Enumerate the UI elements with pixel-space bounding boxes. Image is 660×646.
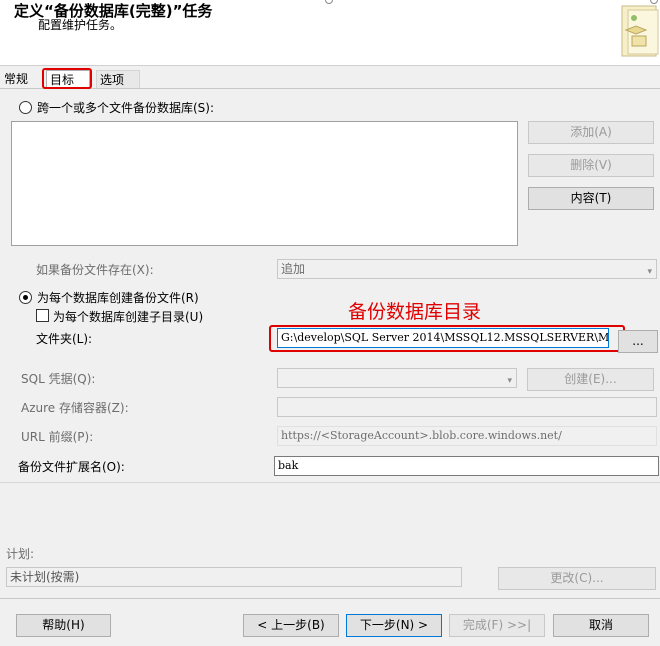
- browse-button[interactable]: ...: [618, 330, 658, 353]
- annotation-label: 备份数据库目录: [348, 301, 482, 323]
- folder-label: 文件夹(L):: [36, 332, 93, 346]
- section-divider: [0, 482, 660, 483]
- add-button[interactable]: 添加(A): [528, 121, 654, 144]
- folder-input[interactable]: G:\develop\SQL Server 2014\MSSQL12.MSSQL…: [277, 328, 609, 348]
- chevron-down-icon: ▾: [647, 267, 652, 277]
- tab-destination[interactable]: 目标: [46, 70, 90, 89]
- span-files-label: 跨一个或多个文件备份数据库(S):: [37, 101, 215, 115]
- if-exists-label: 如果备份文件存在(X):: [36, 263, 154, 277]
- remove-button[interactable]: 删除(V): [528, 154, 654, 177]
- sql-credential-label: SQL 凭据(Q):: [21, 372, 96, 386]
- page-subtitle: 配置维护任务。: [38, 18, 123, 32]
- span-files-radio[interactable]: [19, 101, 32, 114]
- extension-label: 备份文件扩展名(O):: [18, 460, 125, 474]
- tab-general[interactable]: 常规: [1, 70, 31, 89]
- finish-button[interactable]: 完成(F) >>|: [449, 614, 545, 637]
- wizard-header: 定义“备份数据库(完整)”任务 配置维护任务。: [0, 0, 660, 66]
- if-exists-select[interactable]: 追加 ▾: [277, 259, 657, 279]
- url-prefix-input[interactable]: https://<StorageAccount>.blob.core.windo…: [277, 426, 657, 446]
- chevron-down-icon: ▾: [507, 376, 512, 386]
- azure-container-label: Azure 存储容器(Z):: [21, 401, 129, 415]
- cancel-button[interactable]: 取消: [553, 614, 649, 637]
- subdirectory-checkbox[interactable]: [36, 309, 49, 322]
- sql-credential-select[interactable]: ▾: [277, 368, 517, 388]
- azure-container-input[interactable]: [277, 397, 657, 417]
- per-database-label: 为每个数据库创建备份文件(R): [37, 291, 199, 305]
- url-prefix-label: URL 前缀(P):: [21, 430, 94, 444]
- subdirectory-label: 为每个数据库创建子目录(U): [53, 310, 204, 324]
- next-button[interactable]: 下一步(N) >: [346, 614, 442, 637]
- extension-input[interactable]: bak: [274, 456, 659, 476]
- back-button[interactable]: < 上一步(B): [243, 614, 339, 637]
- help-button[interactable]: 帮助(H): [16, 614, 111, 637]
- contents-button[interactable]: 内容(T): [528, 187, 654, 210]
- if-exists-value: 追加: [281, 262, 306, 276]
- backup-files-list[interactable]: [11, 121, 518, 246]
- resize-handle-icon: [325, 0, 333, 4]
- schedule-label: 计划:: [6, 547, 35, 561]
- tab-options[interactable]: 选项: [96, 70, 140, 89]
- footer-divider: [0, 598, 660, 599]
- create-button[interactable]: 创建(E)...: [527, 368, 654, 391]
- per-database-radio[interactable]: [19, 291, 32, 304]
- change-schedule-button[interactable]: 更改(C)...: [498, 567, 656, 590]
- tab-divider: [0, 88, 660, 89]
- schedule-value: 未计划(按需): [6, 567, 462, 587]
- maintenance-task-icon: [621, 5, 659, 57]
